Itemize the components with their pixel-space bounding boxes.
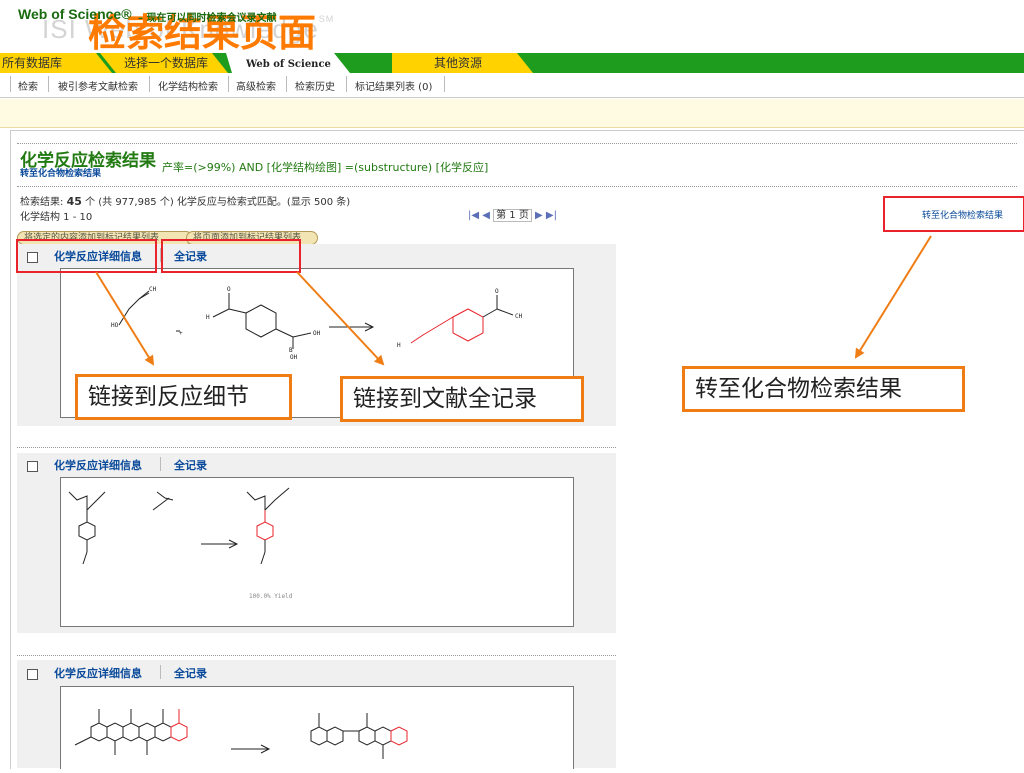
callout-full-record: 链接到文献全记录 [340, 376, 584, 422]
callout-compound-results: 转至化合物检索结果 [682, 366, 965, 412]
callout-reaction-detail: 链接到反应细节 [75, 374, 292, 420]
